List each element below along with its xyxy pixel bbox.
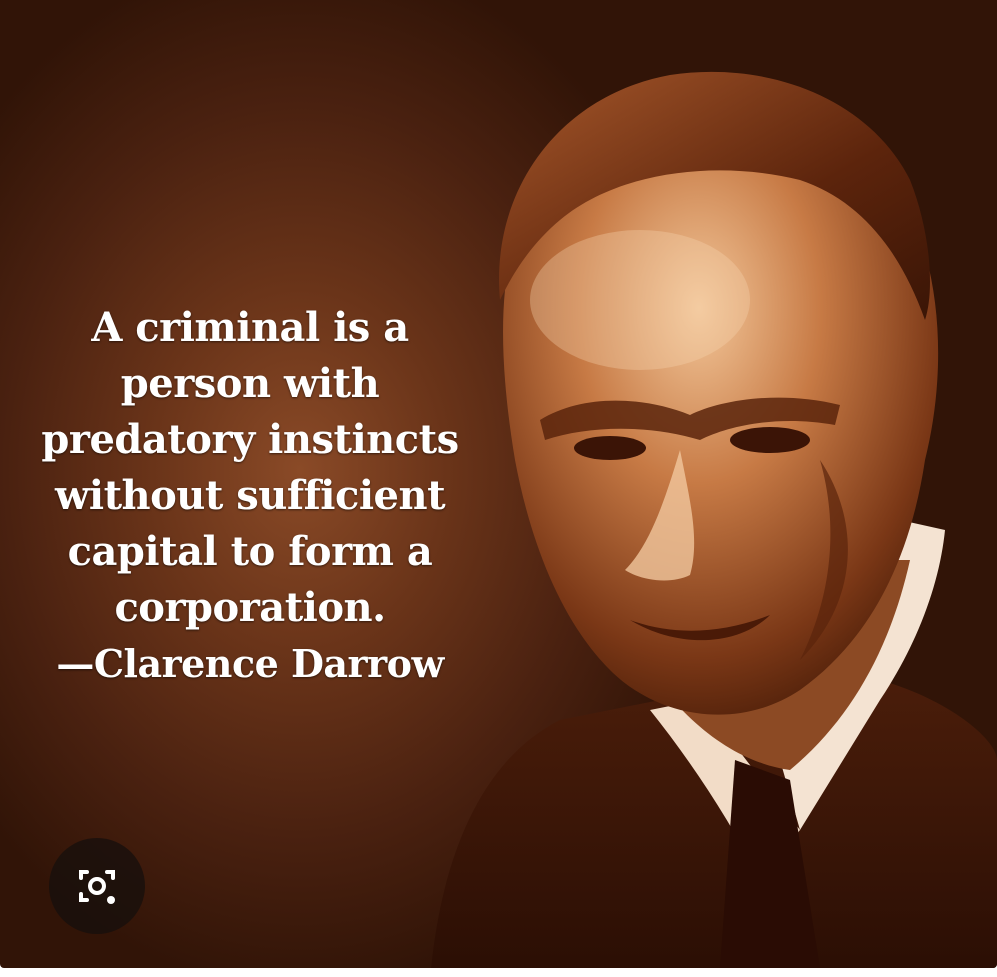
quote-text: A criminal is a person with predatory in… xyxy=(10,300,490,692)
quote-line: corporation. xyxy=(114,584,386,631)
quote-line: capital to form a xyxy=(67,528,433,575)
quote-poster: A criminal is a person with predatory in… xyxy=(0,0,997,968)
quote-attribution: —Clarence Darrow xyxy=(56,641,444,686)
quote-line: person with xyxy=(120,360,380,407)
quote-line: A criminal is a xyxy=(91,304,409,351)
camera-search-icon xyxy=(79,870,115,904)
image-frame: A criminal is a person with predatory in… xyxy=(0,0,997,977)
quote-line: predatory instincts xyxy=(41,416,459,463)
quote-line: without sufficient xyxy=(54,472,446,519)
visual-search-button[interactable] xyxy=(49,838,145,934)
